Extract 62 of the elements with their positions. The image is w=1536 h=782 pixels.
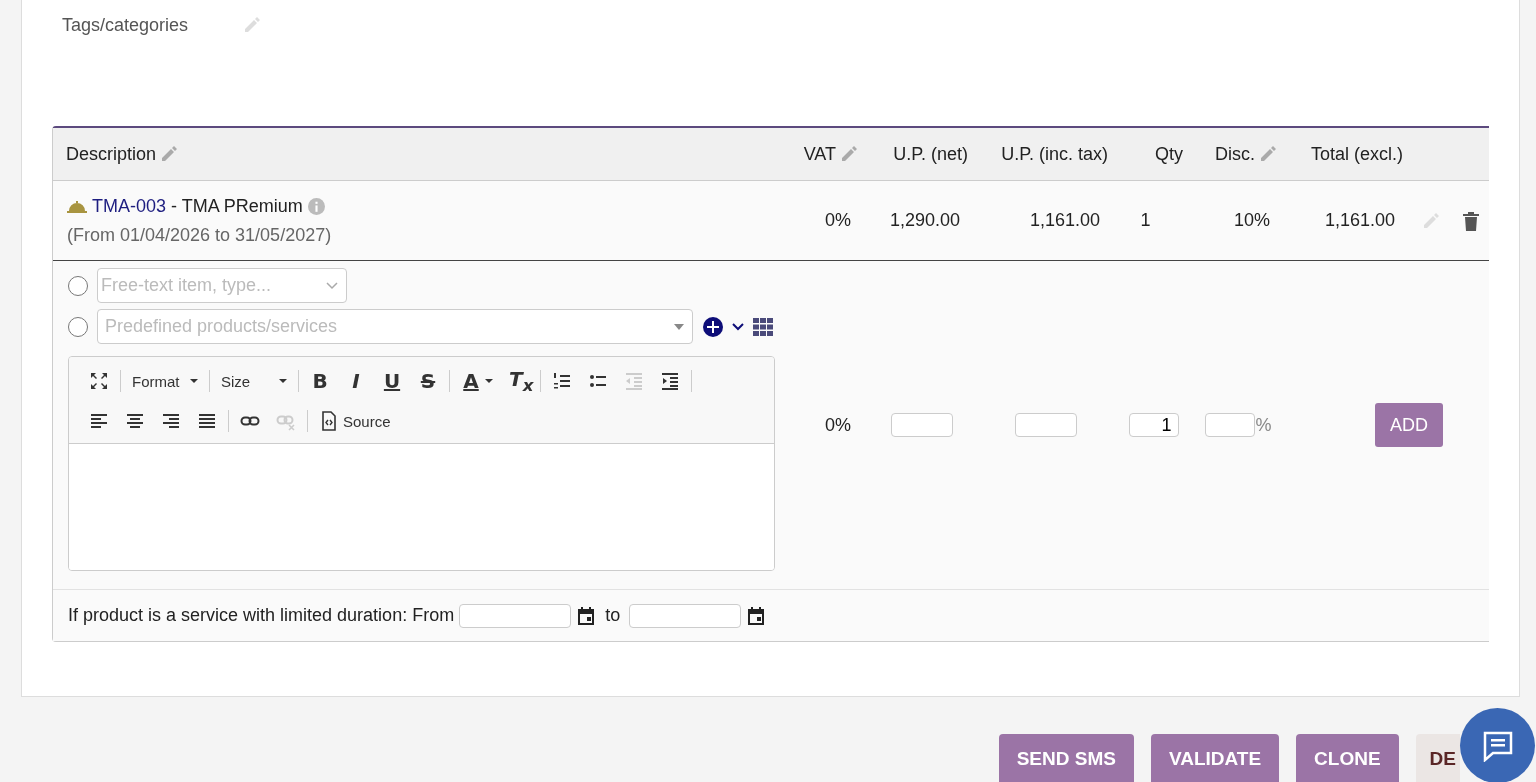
price-net-field[interactable] [890, 413, 953, 437]
align-left-icon [89, 411, 109, 431]
table-cell-text: 0% [824, 210, 852, 231]
to-label: to [605, 605, 621, 626]
table-cell-text: 10% [1232, 210, 1271, 231]
rich-text-editor[interactable]: Format Size B I U S A T$_{x}$ Source [68, 356, 775, 571]
trash-icon[interactable] [1461, 210, 1480, 231]
table-cell-text: 1,161.00 [1028, 210, 1101, 231]
table-cell-text: 1 [1139, 210, 1152, 231]
price-inc-field[interactable] [1015, 413, 1077, 437]
column-header: VAT [803, 143, 836, 165]
italic-button[interactable]: I [338, 367, 374, 395]
end-date-field[interactable] [629, 603, 742, 628]
duration-label: If product is a service with limited duration: From [68, 605, 455, 626]
indent-icon [660, 371, 680, 391]
toolbar-dropdown[interactable]: Format [124, 367, 206, 395]
chevron-icon[interactable] [732, 322, 744, 331]
action-button[interactable]: VALIDATE [1150, 734, 1280, 782]
table-cell-text: 1,290.00 [888, 210, 961, 231]
document-icon [319, 411, 339, 431]
calendar-icon[interactable] [746, 605, 767, 626]
delete-button[interactable]: DE [1415, 734, 1460, 782]
chat-icon [1481, 729, 1514, 762]
numbered-list-icon [552, 371, 572, 391]
quantity-field[interactable]: 1 [1128, 413, 1179, 437]
product-name: TMA-003 - TMA PRemium [92, 195, 303, 217]
clear-button[interactable]: T$_{x}$ [501, 367, 537, 395]
align-right-icon [161, 411, 181, 431]
underline-button[interactable]: U [374, 367, 410, 395]
chevron-icon [326, 281, 338, 290]
strike-button[interactable]: S [410, 367, 446, 395]
outdent-icon [624, 371, 644, 391]
percent-sign: % [1255, 414, 1272, 436]
action-button[interactable]: CLONE [1296, 734, 1399, 782]
column-header: Total (excl.) [1310, 143, 1403, 165]
column-header: Qty [1155, 143, 1183, 165]
grid-icon[interactable] [753, 317, 773, 336]
action-button[interactable]: SEND SMS [998, 734, 1134, 782]
service-period: (From 01/04/2026 to 31/05/2027) [67, 224, 333, 246]
column-header: Disc. [1215, 143, 1255, 165]
bell-icon [67, 199, 87, 213]
discount-field[interactable] [1205, 413, 1256, 437]
start-date-field[interactable] [459, 603, 572, 628]
calendar-icon[interactable] [576, 605, 597, 626]
align-center-icon [125, 411, 145, 431]
toolbar-dropdown[interactable]: Size [213, 367, 295, 395]
radio-button[interactable] [68, 316, 88, 337]
column-header: U.P. (inc. tax) [1001, 143, 1108, 165]
chat-button[interactable] [1460, 708, 1535, 782]
column-header: U.P. (net) [893, 143, 968, 165]
table-cell-text: 1,161.00 [1323, 210, 1396, 231]
maximize-icon [89, 371, 109, 391]
radio-button[interactable] [68, 275, 88, 296]
plus-icon[interactable] [703, 316, 723, 337]
color-button[interactable]: A [453, 367, 501, 395]
table-cell-text: 0% [824, 414, 852, 436]
add-button[interactable]: ADD [1375, 403, 1443, 447]
bold-button[interactable]: B [302, 367, 338, 395]
justify-icon [197, 411, 217, 431]
source-button[interactable]: Source [311, 407, 399, 435]
column-header: Description [66, 143, 157, 165]
field-label: Tags/categories [62, 14, 189, 36]
